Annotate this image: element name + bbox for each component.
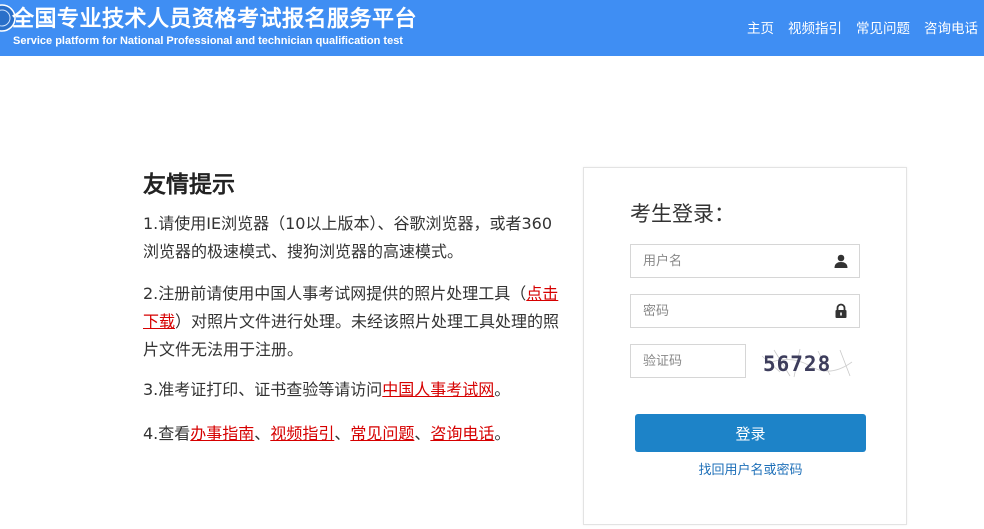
tip-browser: 1.请使用IE浏览器（10以上版本）、谷歌浏览器，或者360浏览器的极速模式、搜… <box>143 214 552 261</box>
cpta-site-link[interactable]: 中国人事考试网 <box>382 380 494 399</box>
recover-account-link[interactable]: 找回用户名或密码 <box>635 459 866 478</box>
password-field <box>630 294 860 328</box>
nav-home[interactable]: 主页 <box>747 17 774 37</box>
login-button[interactable]: 登录 <box>635 414 866 452</box>
captcha-image[interactable]: 56728 <box>760 346 856 380</box>
password-input[interactable] <box>631 295 823 327</box>
separator: 、 <box>334 424 351 443</box>
tip-ticket-text: 3.准考证打印、证书查验等请访问 <box>143 380 383 399</box>
top-nav: 主页 视频指引 常见问题 咨询电话 <box>747 17 978 37</box>
tips-title: 友情提示 <box>143 172 235 198</box>
username-input[interactable] <box>631 245 823 277</box>
top-header: 全国专业技术人员资格考试报名服务平台 Service platform for … <box>0 0 984 56</box>
nav-contact-phone[interactable]: 咨询电话 <box>924 17 978 37</box>
lock-icon <box>835 303 847 318</box>
contact-phone-link[interactable]: 咨询电话 <box>430 424 494 443</box>
tip-photo-text-b: ）对照片文件进行处理。未经该照片处理工具处理的照片文件无法用于注册。 <box>143 312 560 359</box>
tip-view-text: 4.查看 <box>143 424 191 443</box>
tip-view-end: 。 <box>494 424 511 443</box>
tip-view-links: 4.查看办事指南、视频指引、常见问题、咨询电话。 <box>143 420 563 448</box>
captcha-field <box>630 344 746 378</box>
friendly-tips: 友情提示 1.请使用IE浏览器（10以上版本）、谷歌浏览器，或者360浏览器的极… <box>143 165 563 443</box>
tip-photo-tool: 2.注册前请使用中国人事考试网提供的照片处理工具（点击下载）对照片文件进行处理。… <box>143 280 563 364</box>
site-subtitle: Service platform for National Profession… <box>13 35 403 47</box>
tip-ticket-end: 。 <box>494 380 511 399</box>
tip-photo-text-a: 2.注册前请使用中国人事考试网提供的照片处理工具（ <box>143 284 527 303</box>
nav-faq[interactable]: 常见问题 <box>856 17 910 37</box>
captcha-text: 56728 <box>763 352 831 376</box>
login-panel: 考生登录： 56728 登录 找回用户名或密码 <box>583 167 907 525</box>
site-title: 全国专业技术人员资格考试报名服务平台 <box>12 7 418 32</box>
username-field <box>630 244 860 278</box>
video-guide-link[interactable]: 视频指引 <box>270 424 334 443</box>
separator: 、 <box>414 424 431 443</box>
faq-link[interactable]: 常见问题 <box>350 424 414 443</box>
guide-link[interactable]: 办事指南 <box>190 424 254 443</box>
tip-admission-ticket: 3.准考证打印、证书查验等请访问中国人事考试网。 <box>143 376 563 404</box>
nav-video-guide[interactable]: 视频指引 <box>788 17 842 37</box>
login-title: 考生登录： <box>630 202 735 226</box>
separator: 、 <box>254 424 271 443</box>
user-icon <box>834 254 848 268</box>
captcha-input[interactable] <box>631 345 743 377</box>
